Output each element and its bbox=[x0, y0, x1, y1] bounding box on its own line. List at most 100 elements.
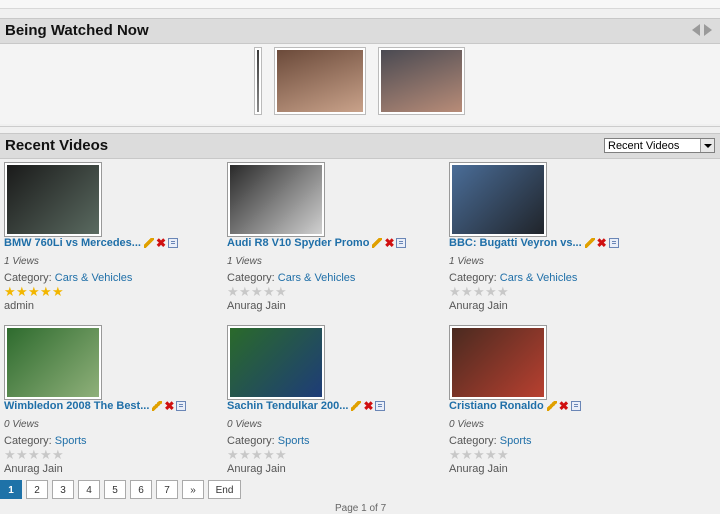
category-link[interactable]: Sports bbox=[500, 435, 532, 447]
scroll-right-icon[interactable] bbox=[704, 24, 712, 36]
star-icon[interactable]: ★ bbox=[473, 448, 485, 461]
page-button[interactable]: 5 bbox=[104, 480, 126, 499]
edit-icon[interactable] bbox=[152, 401, 163, 412]
star-icon[interactable]: ★ bbox=[16, 448, 28, 461]
girl-singing-thumbnail[interactable] bbox=[274, 47, 366, 115]
video-thumbnail[interactable] bbox=[449, 325, 547, 400]
video-thumbnail[interactable] bbox=[4, 162, 102, 237]
video-thumbnail[interactable] bbox=[449, 162, 547, 237]
star-icon[interactable]: ★ bbox=[52, 285, 64, 298]
video-title-link[interactable]: Audi R8 V10 Spyder Promo bbox=[227, 237, 369, 249]
star-icon[interactable]: ★ bbox=[239, 285, 251, 298]
page-button[interactable]: 7 bbox=[156, 480, 178, 499]
star-rating[interactable]: ★★★★★ bbox=[449, 285, 509, 298]
star-icon[interactable]: ★ bbox=[485, 285, 497, 298]
star-icon[interactable]: ★ bbox=[40, 285, 52, 298]
star-rating[interactable]: ★★★★★ bbox=[4, 448, 64, 461]
star-icon[interactable]: ★ bbox=[16, 285, 28, 298]
add-to-playlist-icon[interactable] bbox=[375, 401, 386, 412]
video-title-link[interactable]: Sachin Tendulkar 200... bbox=[227, 400, 348, 412]
add-to-playlist-icon[interactable] bbox=[167, 238, 178, 249]
man-face-thumbnail[interactable] bbox=[378, 47, 465, 115]
page-button[interactable]: » bbox=[182, 480, 204, 499]
star-icon[interactable]: ★ bbox=[275, 285, 287, 298]
edit-icon[interactable] bbox=[351, 401, 362, 412]
add-to-playlist-icon[interactable] bbox=[608, 238, 619, 249]
star-icon[interactable]: ★ bbox=[4, 448, 16, 461]
delete-icon[interactable]: ✖ bbox=[384, 237, 394, 249]
star-icon[interactable]: ★ bbox=[473, 285, 485, 298]
video-author: Anurag Jain bbox=[4, 463, 63, 475]
star-icon[interactable]: ★ bbox=[461, 285, 473, 298]
edit-icon[interactable] bbox=[546, 401, 557, 412]
view-count: 1 Views bbox=[449, 256, 484, 267]
recent-videos-title: Recent Videos bbox=[5, 137, 109, 154]
view-count: 0 Views bbox=[4, 419, 39, 430]
carousel-arrows bbox=[692, 24, 716, 38]
delete-icon[interactable]: ✖ bbox=[559, 400, 569, 412]
star-icon[interactable]: ★ bbox=[263, 448, 275, 461]
page-button[interactable]: 2 bbox=[26, 480, 48, 499]
delete-icon[interactable]: ✖ bbox=[164, 400, 174, 412]
page-button[interactable]: 6 bbox=[130, 480, 152, 499]
star-icon[interactable]: ★ bbox=[275, 448, 287, 461]
star-icon[interactable]: ★ bbox=[485, 448, 497, 461]
star-icon[interactable]: ★ bbox=[28, 448, 40, 461]
star-icon[interactable]: ★ bbox=[251, 285, 263, 298]
star-icon[interactable]: ★ bbox=[239, 448, 251, 461]
delete-icon[interactable]: ✖ bbox=[156, 237, 166, 249]
star-icon[interactable]: ★ bbox=[449, 448, 461, 461]
video-thumbnail[interactable] bbox=[227, 325, 325, 400]
star-icon[interactable]: ★ bbox=[497, 285, 509, 298]
star-icon[interactable]: ★ bbox=[251, 448, 263, 461]
edit-icon[interactable] bbox=[372, 238, 383, 249]
video-thumbnail[interactable] bbox=[227, 162, 325, 237]
video-title-link[interactable]: Cristiano Ronaldo bbox=[449, 400, 544, 412]
star-icon[interactable]: ★ bbox=[227, 285, 239, 298]
page-button[interactable]: 4 bbox=[78, 480, 100, 499]
category-link[interactable]: Cars & Vehicles bbox=[55, 272, 133, 284]
category-link[interactable]: Sports bbox=[278, 435, 310, 447]
add-to-playlist-icon[interactable] bbox=[570, 401, 581, 412]
video-title-link[interactable]: BMW 760Li vs Mercedes... bbox=[4, 237, 141, 249]
delete-icon[interactable]: ✖ bbox=[363, 400, 373, 412]
video-title-link[interactable]: BBC: Bugatti Veyron vs... bbox=[449, 237, 582, 249]
edit-icon[interactable] bbox=[143, 238, 154, 249]
video-author: Anurag Jain bbox=[227, 463, 286, 475]
category-label: Category: bbox=[227, 272, 275, 284]
star-icon[interactable]: ★ bbox=[227, 448, 239, 461]
scroll-left-icon[interactable] bbox=[692, 24, 700, 36]
video-title-link[interactable]: Wimbledon 2008 The Best... bbox=[4, 400, 149, 412]
add-to-playlist-icon[interactable] bbox=[396, 238, 407, 249]
star-icon[interactable]: ★ bbox=[461, 448, 473, 461]
star-rating[interactable]: ★★★★★ bbox=[4, 285, 64, 298]
star-icon[interactable]: ★ bbox=[4, 285, 16, 298]
partial-video-thumbnail[interactable] bbox=[254, 47, 262, 115]
delete-icon[interactable]: ✖ bbox=[597, 237, 607, 249]
page-end-button[interactable]: End bbox=[208, 480, 241, 499]
add-to-playlist-icon[interactable] bbox=[176, 401, 187, 412]
video-category: Category: Cars & Vehicles bbox=[449, 272, 577, 284]
star-icon[interactable]: ★ bbox=[40, 448, 52, 461]
star-rating[interactable]: ★★★★★ bbox=[227, 448, 287, 461]
video-filter-select[interactable]: Recent Videos bbox=[604, 138, 715, 153]
category-link[interactable]: Cars & Vehicles bbox=[500, 272, 578, 284]
star-icon[interactable]: ★ bbox=[28, 285, 40, 298]
star-icon[interactable]: ★ bbox=[52, 448, 64, 461]
video-author: Anurag Jain bbox=[449, 300, 508, 312]
star-icon[interactable]: ★ bbox=[263, 285, 275, 298]
video-author: Anurag Jain bbox=[227, 300, 286, 312]
page-button[interactable]: 3 bbox=[52, 480, 74, 499]
category-link[interactable]: Cars & Vehicles bbox=[278, 272, 356, 284]
being-watched-title: Being Watched Now bbox=[5, 22, 149, 39]
category-link[interactable]: Sports bbox=[55, 435, 87, 447]
view-count: 0 Views bbox=[449, 419, 484, 430]
star-icon[interactable]: ★ bbox=[449, 285, 461, 298]
star-rating[interactable]: ★★★★★ bbox=[227, 285, 287, 298]
page-button[interactable]: 1 bbox=[0, 480, 22, 499]
star-rating[interactable]: ★★★★★ bbox=[449, 448, 509, 461]
edit-icon[interactable] bbox=[584, 238, 595, 249]
video-thumbnail[interactable] bbox=[4, 325, 102, 400]
chevron-down-icon[interactable] bbox=[700, 139, 714, 152]
star-icon[interactable]: ★ bbox=[497, 448, 509, 461]
